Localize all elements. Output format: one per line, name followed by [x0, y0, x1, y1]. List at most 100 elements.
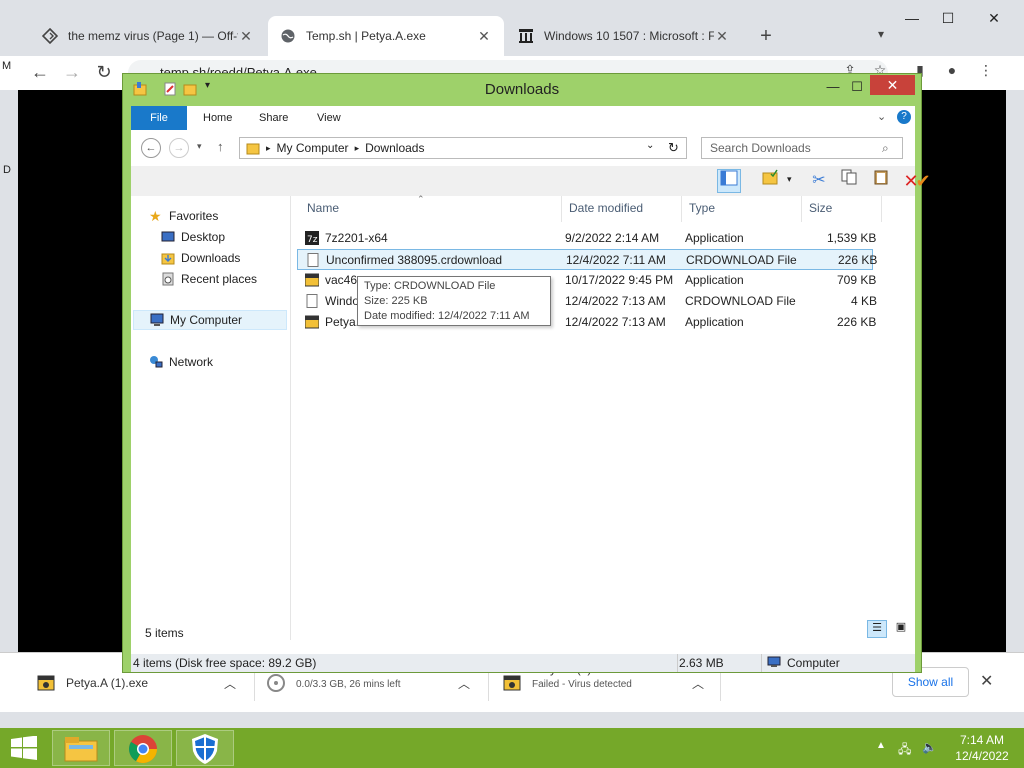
nav-recent-places[interactable]: Recent places: [161, 269, 257, 289]
nav-network[interactable]: Network: [149, 352, 213, 372]
column-divider: [801, 196, 802, 222]
file-name: Windo: [325, 294, 360, 308]
forward-button[interactable]: →: [169, 138, 189, 158]
file-name: vac46: [325, 273, 358, 287]
nav-favorites[interactable]: ★ Favorites: [149, 206, 218, 226]
document-icon: [306, 294, 318, 308]
tab-share[interactable]: Share: [245, 106, 302, 130]
refresh-icon[interactable]: ↻: [668, 140, 679, 156]
minimize-button[interactable]: —: [902, 10, 922, 26]
ribbon-tabs: File Home Share View ⌄ ?: [131, 106, 915, 130]
tab-home[interactable]: Home: [189, 106, 246, 130]
close-shelf-icon[interactable]: ✕: [980, 671, 993, 691]
network-icon: [150, 356, 163, 368]
close-button[interactable]: ✕: [870, 75, 915, 95]
file-type: Application: [685, 231, 744, 245]
file-size: 1,539 KB: [827, 231, 877, 245]
file-size: 709 KB: [837, 273, 877, 287]
status-location: Computer: [787, 656, 840, 670]
chevron-up-icon[interactable]: ︿: [692, 675, 704, 692]
volume-icon[interactable]: 🔈: [922, 740, 937, 754]
file-type: Application: [685, 315, 744, 329]
sort-up-icon: ⌃: [417, 194, 425, 204]
maximize-button[interactable]: ☐: [938, 10, 958, 27]
minimize-button[interactable]: —: [823, 77, 843, 97]
column-divider: [681, 196, 682, 222]
tab-view[interactable]: View: [303, 106, 355, 130]
tab-file[interactable]: File: [131, 106, 187, 130]
column-divider: [561, 196, 562, 222]
chevron-down-icon[interactable]: ⌄: [646, 140, 654, 151]
disc-file-icon: [267, 674, 285, 692]
folder-icon: [246, 143, 260, 155]
column-name[interactable]: Name: [307, 201, 339, 215]
column-divider: [881, 196, 882, 222]
new-tab-button[interactable]: +: [757, 25, 775, 48]
back-button[interactable]: ←: [141, 138, 161, 158]
explorer-titlebar[interactable]: ▾ Downloads — ☐ ✕: [123, 74, 921, 104]
file-date: 12/4/2022 7:13 AM: [565, 294, 666, 308]
file-type: Application: [685, 273, 744, 287]
forward-button[interactable]: →: [62, 62, 82, 83]
explorer-window: ▾ Downloads — ☐ ✕ File Home Share View ⌄…: [122, 73, 931, 673]
tab-temp-sh[interactable]: Temp.sh | Petya.A.exe ✕: [268, 16, 504, 56]
folder-check-icon[interactable]: [759, 169, 783, 193]
computer-icon: [150, 313, 164, 326]
file-size: 226 KB: [838, 253, 878, 267]
tab-search-chevron-icon[interactable]: ▾: [878, 27, 884, 41]
exe-app-icon: [305, 273, 319, 287]
breadcrumb-my-computer[interactable]: My Computer: [277, 141, 349, 155]
column-type[interactable]: Type: [689, 201, 715, 215]
address-bar[interactable]: ▸ My Computer ▸ Downloads ⌄ ↻: [239, 137, 687, 159]
download-name: Petya.A (1).exe: [66, 676, 149, 690]
close-tab-icon[interactable]: ✕: [714, 28, 730, 45]
large-icons-view-icon[interactable]: ▣: [891, 620, 911, 638]
search-input[interactable]: Search Downloads ⌕: [701, 137, 903, 159]
column-date[interactable]: Date modified: [569, 201, 643, 215]
reload-button[interactable]: ↻: [94, 62, 114, 83]
file-row[interactable]: Unconfirmed 388095.crdownload 12/4/2022 …: [297, 249, 877, 270]
exe-app-icon: [305, 315, 319, 329]
divider: [761, 654, 762, 672]
clock[interactable]: 7:14 AM 12/4/2022: [950, 732, 1014, 764]
close-tab-icon[interactable]: ✕: [238, 28, 254, 45]
7zip-app-icon: 7z: [305, 231, 319, 245]
window-title: Downloads: [484, 81, 560, 98]
back-button[interactable]: ←: [30, 62, 50, 83]
up-arrow-icon[interactable]: ↑: [217, 139, 224, 154]
tooltip-date: Date modified: 12/4/2022 7:11 AM: [364, 310, 530, 322]
details-view-icon[interactable]: ☰: [867, 620, 887, 638]
chevron-down-icon[interactable]: ▾: [787, 174, 792, 185]
taskbar-defender[interactable]: [176, 730, 234, 766]
recent-locations-icon[interactable]: ▾: [197, 141, 202, 152]
file-date: 10/17/2022 9:45 PM: [565, 273, 674, 287]
tab-memz[interactable]: the memz virus (Page 1) — Off-t ✕: [30, 16, 266, 56]
help-icon[interactable]: ?: [897, 110, 911, 124]
file-name: Unconfirmed 388095.crdownload: [326, 253, 503, 267]
close-window-button[interactable]: ✕: [984, 10, 1004, 27]
windows-start-icon[interactable]: [10, 736, 38, 760]
tab-archive[interactable]: Windows 10 1507 : Microsoft : Fr ✕: [506, 16, 742, 56]
chevron-down-icon[interactable]: ⌄: [877, 110, 886, 123]
tab-title: Temp.sh | Petya.A.exe: [306, 29, 426, 43]
file-size: 226 KB: [837, 315, 877, 329]
taskbar-explorer[interactable]: [52, 730, 110, 766]
maximize-button[interactable]: ☐: [847, 77, 867, 97]
column-size[interactable]: Size: [809, 201, 832, 215]
profile-avatar[interactable]: ●: [942, 62, 962, 78]
menu-kebab-icon[interactable]: ⋮: [976, 62, 996, 79]
network-tray-icon[interactable]: 🖧: [898, 740, 911, 761]
tab-strip: the memz virus (Page 1) — Off-t ✕ Temp.s…: [0, 0, 1024, 56]
file-row[interactable]: 7z 7z2201-x64 9/2/2022 2:14 AM Applicati…: [297, 228, 877, 249]
preview-pane-icon[interactable]: [717, 169, 741, 193]
close-tab-icon[interactable]: ✕: [476, 28, 492, 45]
tray-overflow-icon[interactable]: ▲: [876, 740, 886, 751]
nav-downloads[interactable]: Downloads: [161, 248, 240, 268]
nav-desktop[interactable]: Desktop: [161, 227, 225, 247]
nav-my-computer[interactable]: My Computer: [133, 310, 287, 330]
taskbar-chrome[interactable]: [114, 730, 172, 766]
file-name: 7z2201-x64: [325, 231, 388, 245]
address-row: ← → ▾ ↑ ▸ My Computer ▸ Downloads ⌄ ↻ Se…: [131, 130, 915, 166]
checkmark-icon[interactable]: ✔: [911, 169, 935, 193]
breadcrumb-downloads[interactable]: Downloads: [365, 141, 424, 155]
